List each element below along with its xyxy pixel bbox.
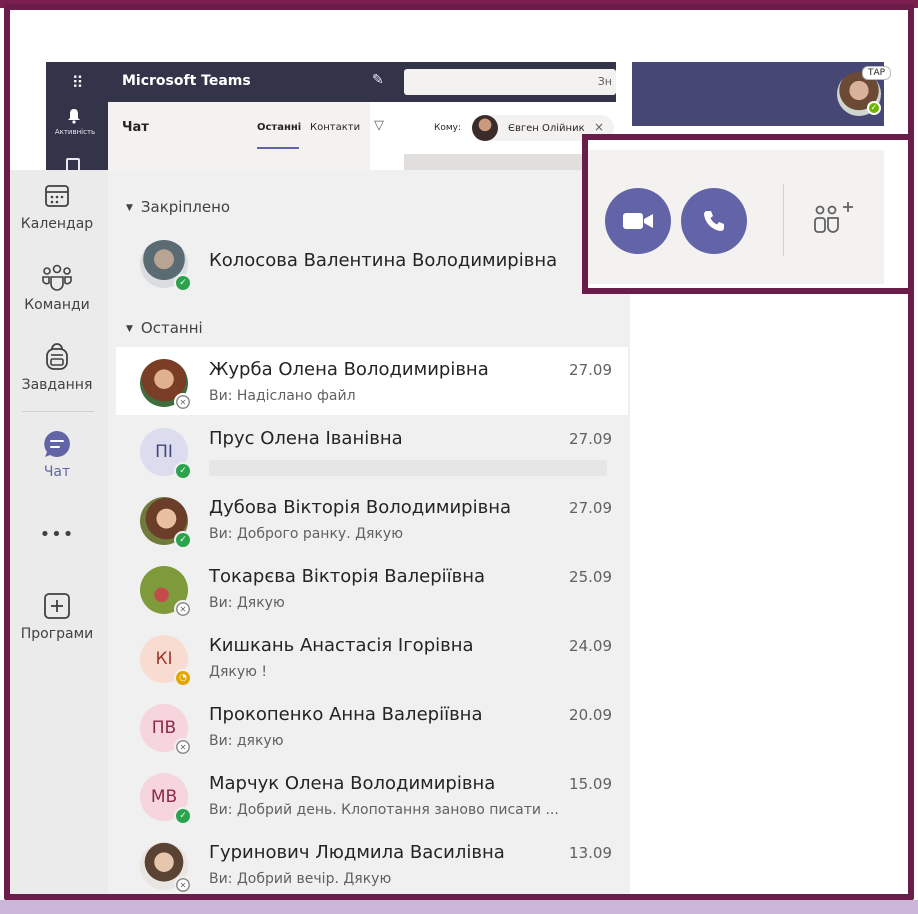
bottom-strip (0, 900, 918, 914)
highlight-frame (4, 4, 914, 900)
